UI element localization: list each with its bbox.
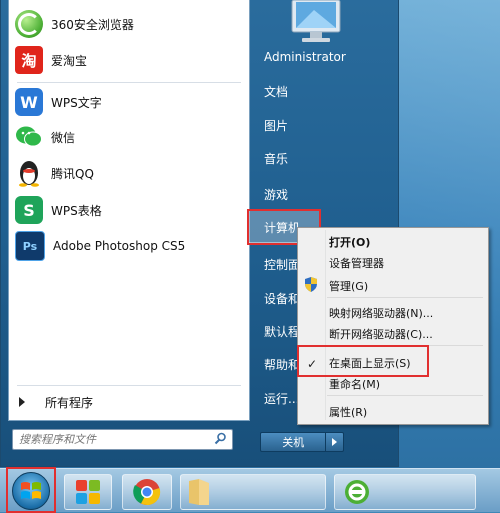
start-search-box[interactable] bbox=[12, 429, 233, 450]
taskbar-store-button[interactable] bbox=[64, 474, 112, 510]
places-item-user[interactable]: Administrator bbox=[264, 50, 346, 64]
program-label: Adobe Photoshop CS5 bbox=[53, 239, 186, 253]
places-item-documents[interactable]: 文档 bbox=[264, 83, 288, 100]
wechat-icon bbox=[15, 123, 43, 151]
menu-item-rename[interactable]: 重命名(M) bbox=[329, 376, 380, 392]
program-item-wps-spreadsheet[interactable]: S WPS表格 bbox=[15, 194, 243, 226]
menu-item-open[interactable]: 打开(O) bbox=[329, 234, 370, 250]
program-label: 腾讯QQ bbox=[51, 166, 94, 181]
places-item-devices[interactable]: 设备和 bbox=[264, 290, 300, 307]
360-browser-icon bbox=[345, 480, 369, 504]
program-item-wechat[interactable]: 微信 bbox=[15, 121, 243, 153]
360-browser-icon bbox=[15, 10, 43, 38]
windows-store-icon bbox=[76, 480, 100, 504]
wps-writer-icon: W bbox=[15, 88, 43, 116]
program-item-taobao[interactable]: 淘 爱淘宝 bbox=[15, 44, 243, 76]
chevron-right-icon bbox=[332, 438, 338, 446]
menu-item-map-drive[interactable]: 映射网络驱动器(N)... bbox=[329, 305, 433, 321]
program-item-wps-writer[interactable]: W WPS文字 bbox=[15, 86, 243, 118]
context-menu: 打开(O) 设备管理器 管理(G) 映射网络驱动器(N)... 断开网络驱动器(… bbox=[297, 227, 489, 425]
chrome-icon bbox=[133, 479, 161, 506]
places-item-help[interactable]: 帮助和 bbox=[264, 356, 300, 373]
program-label: 微信 bbox=[51, 130, 76, 145]
wps-spreadsheet-icon: S bbox=[15, 196, 43, 224]
places-item-default-programs[interactable]: 默认程 bbox=[264, 323, 300, 340]
program-label: WPS文字 bbox=[51, 95, 102, 110]
qq-penguin-icon bbox=[15, 159, 43, 187]
all-programs-button[interactable]: 所有程序 bbox=[19, 392, 93, 412]
red-highlight-start-button bbox=[6, 467, 56, 513]
places-item-games[interactable]: 游戏 bbox=[264, 186, 288, 203]
uac-shield-icon bbox=[305, 277, 317, 292]
photoshop-icon: Ps bbox=[15, 231, 45, 261]
menu-item-manage[interactable]: 管理(G) bbox=[329, 278, 368, 294]
taskbar-explorer-button[interactable] bbox=[180, 474, 326, 510]
taobao-icon: 淘 bbox=[15, 46, 43, 74]
menu-separator bbox=[327, 297, 483, 298]
shutdown-options-button[interactable] bbox=[326, 432, 344, 452]
program-label: 360安全浏览器 bbox=[51, 17, 134, 32]
program-label: WPS表格 bbox=[51, 203, 102, 218]
menu-gutter bbox=[325, 230, 326, 420]
menu-separator bbox=[327, 395, 483, 396]
divider bbox=[17, 385, 241, 386]
taskbar-360-browser-button[interactable] bbox=[334, 474, 476, 510]
start-menu-programs-pane: 360安全浏览器 淘 爱淘宝 W WPS文字 微信 腾讯QQ S WPS表格 P… bbox=[8, 0, 250, 421]
places-item-music[interactable]: 音乐 bbox=[264, 150, 288, 167]
places-item-control-panel[interactable]: 控制面 bbox=[264, 256, 300, 273]
program-item-qq[interactable]: 腾讯QQ bbox=[15, 157, 243, 189]
places-item-pictures[interactable]: 图片 bbox=[264, 117, 288, 134]
program-label: 爱淘宝 bbox=[51, 53, 88, 68]
right-arrow-icon bbox=[19, 397, 25, 407]
search-input[interactable] bbox=[17, 431, 201, 448]
folder-icon bbox=[189, 479, 209, 505]
menu-item-device-manager[interactable]: 设备管理器 bbox=[329, 255, 384, 271]
taskbar bbox=[0, 468, 500, 512]
shutdown-group: 关机 bbox=[260, 432, 344, 452]
program-item-360-browser[interactable]: 360安全浏览器 bbox=[15, 8, 243, 40]
places-item-run[interactable]: 运行... bbox=[264, 390, 299, 407]
menu-item-disconnect-drive[interactable]: 断开网络驱动器(C)... bbox=[329, 326, 433, 342]
red-highlight-show-on-desktop bbox=[297, 345, 429, 377]
search-icon bbox=[214, 432, 226, 445]
shutdown-label: 关机 bbox=[282, 436, 305, 449]
menu-item-properties[interactable]: 属性(R) bbox=[329, 404, 367, 420]
program-item-photoshop[interactable]: Ps Adobe Photoshop CS5 bbox=[15, 230, 243, 262]
taskbar-chrome-button[interactable] bbox=[122, 474, 172, 510]
shutdown-button[interactable]: 关机 bbox=[260, 432, 327, 452]
divider bbox=[17, 82, 241, 83]
all-programs-label: 所有程序 bbox=[45, 395, 94, 410]
